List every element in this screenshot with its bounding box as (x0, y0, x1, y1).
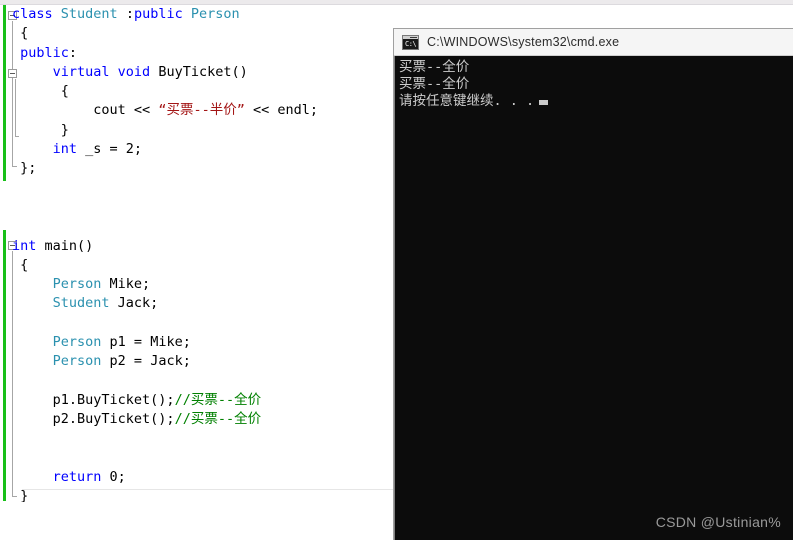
code-token: Jack; (109, 295, 159, 312)
code-token: //买票--全价 (174, 411, 262, 428)
console-titlebar[interactable]: C:\ C:\WINDOWS\system32\cmd.exe (394, 29, 793, 56)
code-line: return 0; (12, 468, 318, 487)
code-text[interactable]: class Student :public Person { public: v… (12, 5, 318, 502)
code-token: 0; (109, 469, 126, 486)
code-token: Student (52, 295, 110, 312)
code-token: Person (52, 276, 102, 293)
watermark-text: CSDN @Ustinian% (655, 514, 781, 530)
code-line: Person p2 = Jack; (12, 352, 318, 371)
code-token: Mike; (101, 276, 151, 293)
console-line: 买票--全价 (399, 59, 470, 75)
code-token: virtual (52, 63, 118, 80)
code-line: Person p1 = Mike; (12, 333, 318, 352)
code-token: : (125, 6, 134, 22)
code-token: p2.BuyTicket(); (12, 411, 175, 428)
code-token: class (12, 6, 61, 22)
change-indicator-bar-top (3, 5, 6, 181)
code-line: Person Mike; (12, 275, 318, 294)
code-line: }; (12, 159, 318, 178)
code-token: cout << (12, 102, 159, 119)
code-token: main() (44, 237, 94, 254)
code-token: { (12, 83, 69, 100)
console-title-text: C:\WINDOWS\system32\cmd.exe (427, 35, 620, 49)
code-line: int main() (12, 237, 318, 256)
code-token: p1.BuyTicket(); (12, 391, 175, 408)
code-token: } (12, 121, 69, 138)
change-indicator-bar-bottom (3, 230, 6, 501)
code-token: “买票--半价” (158, 102, 245, 119)
code-token: _s = 2; (85, 141, 143, 158)
code-token: BuyTicket() (158, 63, 248, 80)
code-line: { (12, 82, 318, 101)
code-token: int (12, 237, 45, 254)
cmd-console-window[interactable]: C:\ C:\WINDOWS\system32\cmd.exe 买票--全价 买票… (393, 28, 793, 540)
code-line: cout << “买票--半价” << endl; (12, 101, 318, 120)
code-token: << endl; (244, 102, 318, 119)
code-token: Person (52, 334, 102, 351)
code-line: } (12, 121, 318, 140)
code-token: }; (12, 160, 37, 177)
code-token: public (12, 44, 69, 61)
code-line: class Student :public Person (12, 5, 318, 24)
code-token: { (12, 25, 29, 42)
code-line: { (12, 24, 318, 43)
code-token: Person (190, 6, 240, 22)
code-line: virtual void BuyTicket() (12, 63, 318, 82)
code-token: Student (60, 6, 126, 22)
code-line: { (12, 256, 318, 275)
console-output-area[interactable]: 买票--全价 买票--全价 请按任意键继续. . . (394, 56, 793, 540)
code-line: int _s = 2; (12, 140, 318, 159)
cmd-icon-prompt: C:\ (405, 39, 417, 48)
editor-divider-upper (22, 489, 396, 490)
code-token: Person (52, 353, 102, 370)
code-token: : (68, 44, 78, 61)
code-token: p2 = Jack; (101, 353, 191, 370)
console-line: 请按任意键继续. . . (399, 93, 793, 110)
code-token: //买票--全价 (174, 391, 262, 408)
code-token: void (117, 63, 159, 80)
console-cursor (539, 100, 549, 105)
cmd-icon: C:\ (402, 34, 419, 50)
console-line: 买票--全价 (399, 76, 470, 92)
code-token: } (12, 488, 29, 502)
code-editor-pane[interactable]: class Student :public Person { public: v… (0, 5, 396, 502)
code-token: int (52, 141, 86, 158)
code-token: p1 = Mike; (101, 334, 191, 351)
code-token: { (12, 256, 29, 273)
code-line: p1.BuyTicket();//买票--全价 (12, 391, 318, 410)
console-output-lines: 买票--全价 买票--全价 请按任意键继续. . . (399, 59, 793, 110)
code-line: p2.BuyTicket();//买票--全价 (12, 410, 318, 429)
code-token: return (52, 469, 110, 486)
code-token: public (133, 6, 191, 22)
code-line: public: (12, 44, 318, 63)
code-line: Student Jack; (12, 294, 318, 313)
